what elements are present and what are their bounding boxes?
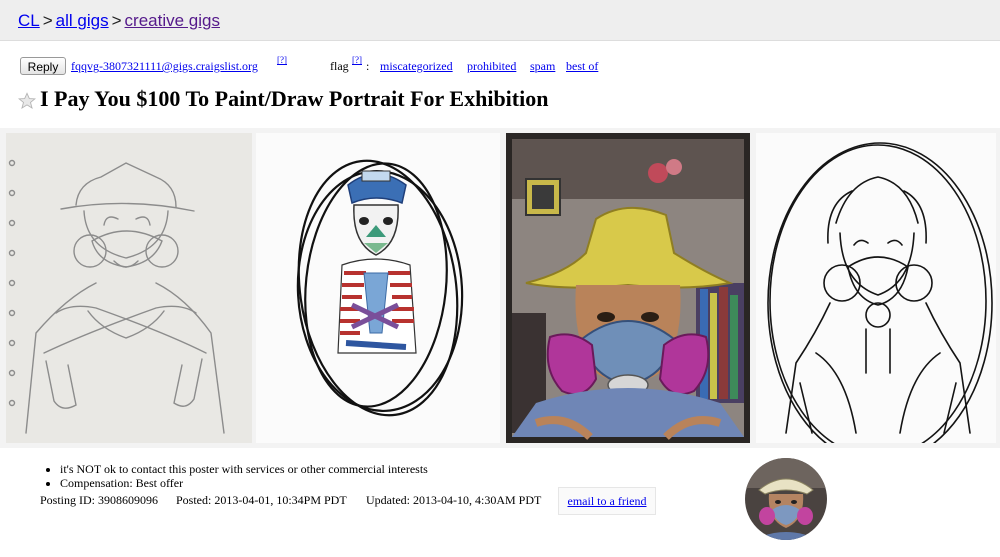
respirator-selfie-avatar-icon bbox=[745, 458, 827, 540]
marker-clown-portrait-in-oval-icon bbox=[256, 133, 500, 443]
reply-button[interactable]: Reply bbox=[20, 57, 66, 75]
flag-colon: : bbox=[366, 59, 370, 73]
top-bar: CL > all gigs > creative gigs bbox=[0, 0, 1000, 41]
posting-id: Posting ID: 3908609096 bbox=[40, 493, 159, 507]
commercial-contact-notice: it's NOT ok to contact this poster with … bbox=[60, 462, 428, 476]
reply-help-link[interactable]: [?] bbox=[277, 55, 287, 65]
compensation-info: Compensation: Best offer bbox=[60, 476, 428, 490]
breadcrumb-creative-gigs-link[interactable]: creative gigs bbox=[125, 11, 220, 30]
gallery-image-marker-portrait[interactable] bbox=[256, 133, 500, 443]
pencil-sketch-respirator-portrait-icon bbox=[6, 133, 252, 443]
gallery-image-colored-portrait[interactable] bbox=[506, 133, 750, 443]
gallery-image-pencil-sketch[interactable] bbox=[6, 133, 252, 443]
avatar[interactable] bbox=[745, 458, 827, 540]
colored-pencil-respirator-selfie-icon bbox=[506, 133, 750, 443]
flag-miscategorized-link[interactable]: miscategorized bbox=[380, 59, 453, 74]
updated-date: Updated: 2013-04-10, 4:30AM PDT bbox=[366, 493, 542, 507]
reply-email-link[interactable]: fqqvg-3807321111@gigs.craigslist.org bbox=[71, 59, 258, 74]
flag-best-of-link[interactable]: best of bbox=[566, 59, 598, 74]
posted-date: Posted: 2013-04-01, 10:34PM PDT bbox=[176, 493, 347, 507]
favorite-star-icon[interactable] bbox=[18, 92, 36, 110]
breadcrumb-all-gigs-link[interactable]: all gigs bbox=[56, 11, 109, 30]
gallery-image-ink-sketch[interactable] bbox=[756, 133, 996, 443]
flag-spam-link[interactable]: spam bbox=[530, 59, 555, 74]
breadcrumb: CL > all gigs > creative gigs bbox=[18, 11, 220, 31]
posting-attributes: it's NOT ok to contact this poster with … bbox=[40, 462, 428, 490]
breadcrumb-separator: > bbox=[42, 11, 53, 30]
flag-help-link[interactable]: [?] bbox=[352, 55, 362, 65]
breadcrumb-home-link[interactable]: CL bbox=[18, 11, 40, 30]
email-to-friend-link[interactable]: email to a friend bbox=[558, 487, 656, 515]
flag-prohibited-link[interactable]: prohibited bbox=[467, 59, 516, 74]
post-title: I Pay You $100 To Paint/Draw Portrait Fo… bbox=[40, 86, 549, 111]
breadcrumb-separator: > bbox=[111, 11, 122, 30]
ink-sketch-respirator-in-oval-icon bbox=[756, 133, 996, 443]
flag-label: flag bbox=[330, 59, 349, 73]
